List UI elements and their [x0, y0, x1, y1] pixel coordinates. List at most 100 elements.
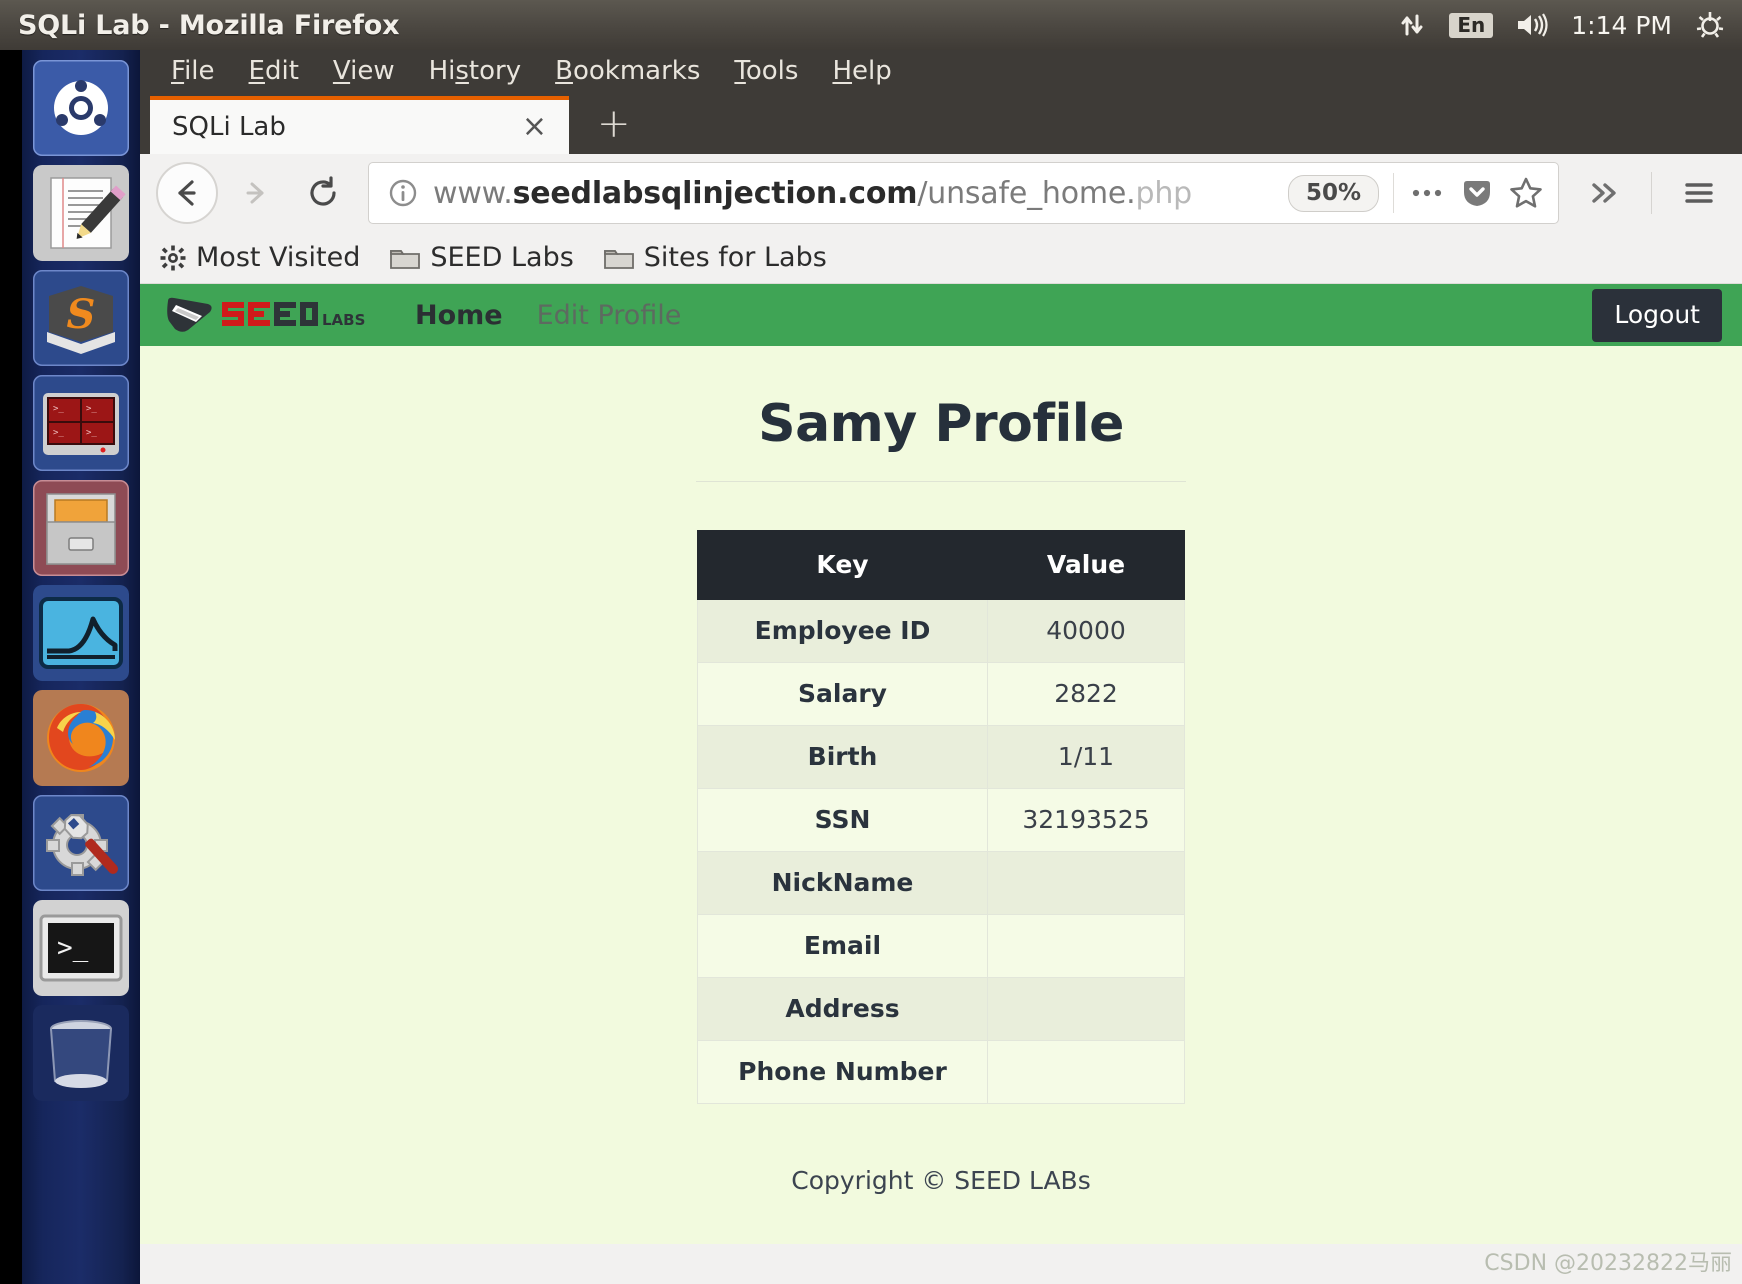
tab-label: SQLi Lab — [172, 112, 286, 142]
table-row: SSN 32193525 — [697, 788, 1185, 852]
bookmark-sites-for-labs[interactable]: Sites for Labs — [603, 242, 827, 273]
text-editor-icon[interactable] — [33, 165, 129, 261]
page-footer: Copyright © SEED LABs — [791, 1166, 1091, 1195]
tab-strip: SQLi Lab × + — [140, 96, 1742, 154]
svg-text:>_: >_ — [57, 933, 89, 963]
bookmark-label: Most Visited — [196, 242, 361, 273]
nav-link-home[interactable]: Home — [415, 300, 503, 331]
ubuntu-dash-icon[interactable] — [33, 60, 129, 156]
bookmark-label: SEED Labs — [430, 242, 574, 273]
web-page: LABS Home Edit Profile Logout Samy Profi… — [140, 284, 1742, 1244]
wireshark-icon[interactable] — [33, 585, 129, 681]
unity-launcher: S >_ >_ >_ >_ >_ — [22, 50, 140, 1284]
table-row: Email — [697, 914, 1185, 978]
clock[interactable]: 1:14 PM — [1571, 11, 1672, 40]
firefox-window: File Edit View History Bookmarks Tools H… — [140, 44, 1742, 1284]
zoom-level-badge[interactable]: 50% — [1287, 174, 1379, 212]
terminal-icon[interactable]: >_ — [33, 900, 129, 996]
row-value: 40000 — [987, 599, 1185, 663]
bookmark-label: Sites for Labs — [643, 242, 827, 273]
firefox-icon[interactable] — [33, 690, 129, 786]
keyboard-layout-indicator[interactable]: En — [1449, 12, 1494, 38]
row-key: Employee ID — [697, 599, 988, 663]
column-header-value: Value — [987, 530, 1185, 600]
menu-view[interactable]: View — [316, 52, 412, 88]
page-actions-icon[interactable] — [1408, 183, 1446, 203]
logout-button[interactable]: Logout — [1592, 288, 1722, 342]
menu-file[interactable]: File — [154, 52, 232, 88]
table-row: Address — [697, 977, 1185, 1041]
title-divider — [696, 481, 1186, 482]
toolbar-trailing — [1565, 162, 1730, 224]
bookmark-seed-labs[interactable]: SEED Labs — [390, 242, 574, 273]
menu-bookmarks[interactable]: Bookmarks — [538, 52, 717, 88]
trash-icon[interactable] — [33, 1005, 129, 1101]
pocket-icon[interactable] — [1460, 176, 1494, 210]
table-row: Employee ID 40000 — [697, 599, 1185, 663]
network-updown-icon[interactable] — [1397, 10, 1427, 40]
bookmarks-toolbar: Most Visited SEED Labs Sites for Labs — [140, 232, 1742, 284]
page-title: Samy Profile — [758, 394, 1124, 454]
panel-indicators: En 1:14 PM — [1397, 9, 1742, 41]
folder-icon — [603, 246, 634, 270]
svg-text:>_: >_ — [86, 428, 97, 438]
row-key: Address — [697, 977, 988, 1041]
row-value — [987, 1040, 1185, 1104]
row-key: Phone Number — [697, 1040, 988, 1104]
toolbar-divider — [1393, 173, 1394, 213]
file-manager-icon[interactable] — [33, 480, 129, 576]
row-key: SSN — [697, 788, 988, 852]
page-content: Samy Profile Key Value Employee ID 40000 — [140, 346, 1742, 1195]
row-value — [987, 977, 1185, 1041]
terminator-icon[interactable]: >_ >_ >_ >_ — [33, 375, 129, 471]
sublime-text-icon[interactable]: S — [33, 270, 129, 366]
menu-help[interactable]: Help — [815, 52, 908, 88]
url-prefix: www. — [433, 175, 513, 211]
back-button[interactable] — [156, 162, 218, 224]
row-key: Email — [697, 914, 988, 978]
seedlabs-wordmark: LABS — [222, 302, 365, 329]
folder-icon — [390, 246, 421, 270]
table-row: Phone Number — [697, 1040, 1185, 1104]
svg-text:>_: >_ — [86, 404, 97, 414]
table-row: Birth 1/11 — [697, 725, 1185, 789]
bookmark-star-icon[interactable] — [1508, 175, 1544, 211]
menu-tools[interactable]: Tools — [717, 52, 815, 88]
info-icon[interactable] — [387, 177, 419, 209]
forward-button[interactable] — [224, 162, 286, 224]
watermark: CSDN @20232822马丽 — [1484, 1251, 1732, 1276]
close-icon[interactable]: × — [516, 112, 553, 142]
row-key: Salary — [697, 662, 988, 726]
row-key: NickName — [697, 851, 988, 915]
menu-history[interactable]: History — [412, 52, 539, 88]
tab-sqli-lab[interactable]: SQLi Lab × — [150, 96, 569, 154]
seed-shield-icon — [167, 297, 212, 332]
svg-text:>_: >_ — [53, 404, 64, 414]
url-bar[interactable]: www.seedlabsqlinjection.com/unsafe_home.… — [368, 162, 1559, 224]
new-tab-button[interactable]: + — [569, 104, 653, 154]
row-value — [987, 851, 1185, 915]
profile-table: Key Value Employee ID 40000 Salary 2822 — [697, 530, 1185, 1104]
row-value — [987, 914, 1185, 978]
row-value: 32193525 — [987, 788, 1185, 852]
url-input[interactable]: www.seedlabsqlinjection.com/unsafe_home.… — [433, 176, 1274, 211]
nav-link-edit-profile[interactable]: Edit Profile — [537, 300, 682, 331]
hamburger-menu-icon[interactable] — [1668, 162, 1730, 224]
table-row: NickName — [697, 851, 1185, 915]
browser-chrome: File Edit View History Bookmarks Tools H… — [140, 44, 1742, 154]
table-row: Salary 2822 — [697, 662, 1185, 726]
screen: SQLi Lab - Mozilla Firefox En 1:14 PM S … — [0, 0, 1742, 1284]
gear-icon — [160, 245, 186, 271]
system-settings-icon[interactable] — [33, 795, 129, 891]
os-top-panel: SQLi Lab - Mozilla Firefox En 1:14 PM — [0, 0, 1742, 50]
reload-button[interactable] — [292, 162, 354, 224]
seedlabs-logo[interactable]: LABS — [162, 295, 370, 335]
gear-power-icon[interactable] — [1694, 9, 1726, 41]
row-key: Birth — [697, 725, 988, 789]
url-path: /unsafe_home.php — [917, 175, 1192, 211]
overflow-chevrons-icon[interactable] — [1573, 162, 1635, 224]
volume-icon[interactable] — [1515, 11, 1549, 39]
row-value: 2822 — [987, 662, 1185, 726]
menu-edit[interactable]: Edit — [232, 52, 316, 88]
bookmark-most-visited[interactable]: Most Visited — [160, 242, 360, 273]
